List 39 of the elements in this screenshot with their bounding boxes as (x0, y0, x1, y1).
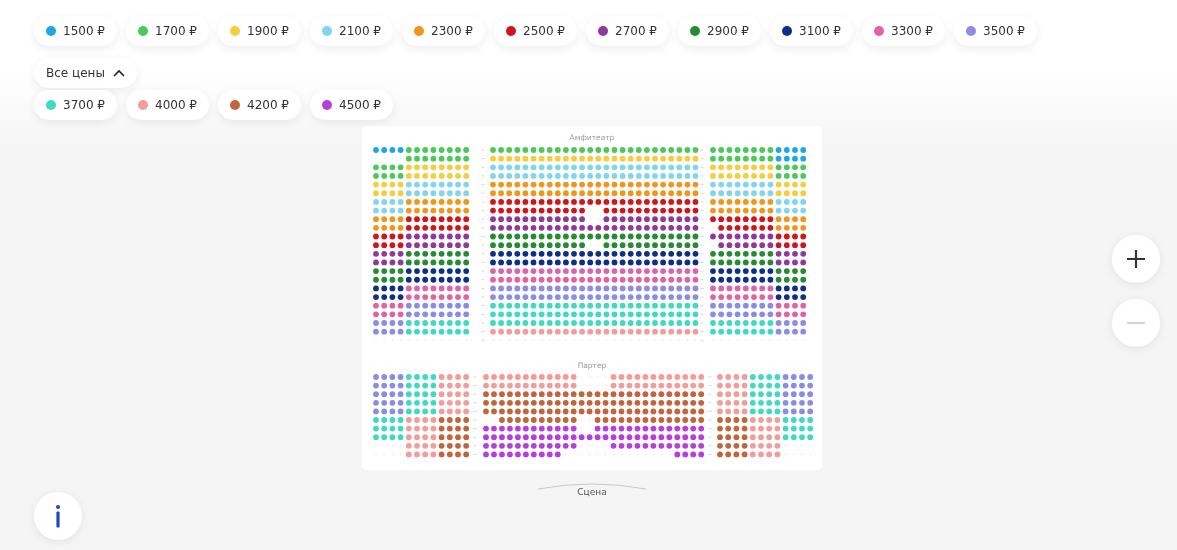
price-label: 4200 ₽ (247, 98, 289, 112)
price-filter[interactable]: 1700 ₽ (126, 16, 209, 46)
price-label: 4000 ₽ (155, 98, 197, 112)
price-label: 1900 ₽ (247, 24, 289, 38)
price-label: 2700 ₽ (615, 24, 657, 38)
price-filter[interactable]: 3500 ₽ (954, 16, 1037, 46)
price-filter[interactable]: 1500 ₽ (34, 16, 117, 46)
price-filter[interactable]: 3700 ₽ (34, 90, 117, 120)
info-icon (54, 504, 62, 528)
all-prices-toggle[interactable]: Все цены (34, 58, 137, 88)
price-filter[interactable]: 4500 ₽ (310, 90, 393, 120)
price-filter[interactable]: 2100 ₽ (310, 16, 393, 46)
price-label: 4500 ₽ (339, 98, 381, 112)
plus-icon (1126, 249, 1146, 269)
price-filter[interactable]: 4200 ₽ (218, 90, 301, 120)
price-filter[interactable]: 1900 ₽ (218, 16, 301, 46)
price-label: 3500 ₽ (983, 24, 1025, 38)
price-filter[interactable]: 4000 ₽ (126, 90, 209, 120)
price-label: 2100 ₽ (339, 24, 381, 38)
price-filter[interactable]: 3300 ₽ (862, 16, 945, 46)
price-filter[interactable]: 2700 ₽ (586, 16, 669, 46)
price-filter[interactable]: 2500 ₽ (494, 16, 577, 46)
price-label: 2900 ₽ (707, 24, 749, 38)
price-filter[interactable]: 2300 ₽ (402, 16, 485, 46)
price-label: 3700 ₽ (63, 98, 105, 112)
price-label: 2500 ₽ (523, 24, 565, 38)
price-label: 2300 ₽ (431, 24, 473, 38)
price-label: 3300 ₽ (891, 24, 933, 38)
chevron-icon (112, 69, 125, 77)
price-filter[interactable]: 3100 ₽ (770, 16, 853, 46)
info-button[interactable] (34, 492, 82, 540)
price-filter[interactable]: 2900 ₽ (678, 16, 761, 46)
zoom-in-button[interactable] (1112, 235, 1160, 283)
price-label: 1500 ₽ (63, 24, 105, 38)
price-label: 1700 ₽ (155, 24, 197, 38)
minus-icon (1126, 321, 1146, 325)
stage-label: Сцена (577, 487, 607, 497)
seats-drawing[interactable] (373, 147, 807, 341)
price-label: 3100 ₽ (799, 24, 841, 38)
